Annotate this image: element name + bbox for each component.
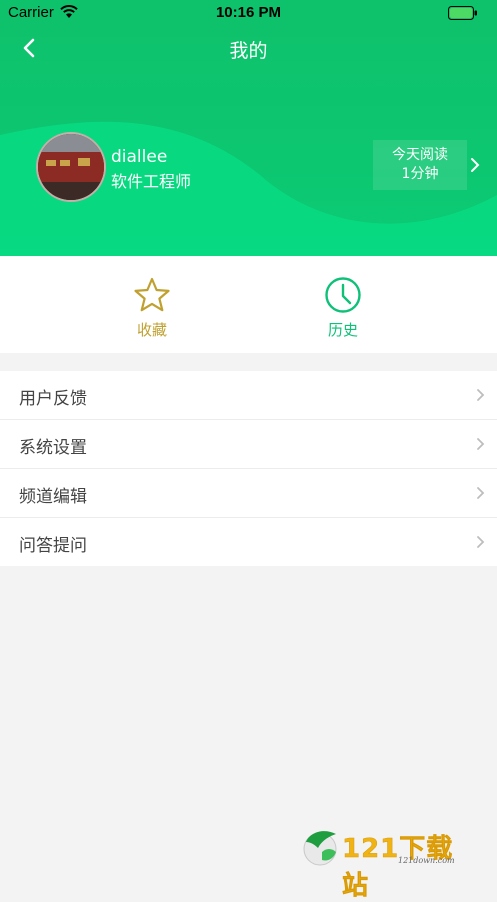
menu-item-settings[interactable]: 系统设置 [0,420,497,469]
menu-item-feedback[interactable]: 用户反馈 [0,371,497,420]
menu-item-qa[interactable]: 问答提问 [0,518,497,566]
chevron-right-icon [477,536,485,548]
reading-time-card[interactable]: 今天阅读 1分钟 [373,140,467,190]
menu-item-label: 问答提问 [19,536,87,556]
avatar[interactable] [36,132,106,202]
profile-header: Carrier 10:16 PM 我的 diallee 软件工程师 今天阅读 1… [0,0,497,256]
battery-icon [448,6,478,24]
watermark-globe-icon [303,831,337,866]
chevron-right-icon [477,438,485,450]
history-button[interactable]: 历史 [303,276,383,340]
page-title: 我的 [229,40,268,62]
user-job-title: 软件工程师 [111,172,192,191]
menu-item-label: 系统设置 [19,438,87,458]
username: diallee [111,147,168,167]
avatar-image [38,134,104,200]
clock-icon [325,277,361,313]
status-time: 10:16 PM [215,4,282,21]
star-icon [134,277,170,312]
reading-chevron-right-icon[interactable] [469,157,481,173]
chevron-right-icon [477,389,485,401]
reading-time-value: 1分钟 [401,166,439,182]
watermark-logo: 121下载站 121down.com [300,826,480,901]
watermark-brand: 121下载站 [342,834,454,902]
menu-item-label: 频道编辑 [19,487,87,507]
history-label: 历史 [327,321,358,339]
shortcut-bar: 收藏 历史 [0,256,497,353]
menu-item-channel-edit[interactable]: 频道编辑 [0,469,497,518]
menu-item-label: 用户反馈 [19,389,87,409]
favorites-label: 收藏 [136,321,167,339]
reading-time-label: 今天阅读 [392,147,448,163]
status-bar: Carrier 10:16 PM [0,0,497,26]
watermark-domain: 121down.com [398,856,455,865]
favorites-button[interactable]: 收藏 [112,276,192,340]
chevron-right-icon [477,487,485,499]
settings-menu: 用户反馈 系统设置 频道编辑 问答提问 [0,371,497,566]
